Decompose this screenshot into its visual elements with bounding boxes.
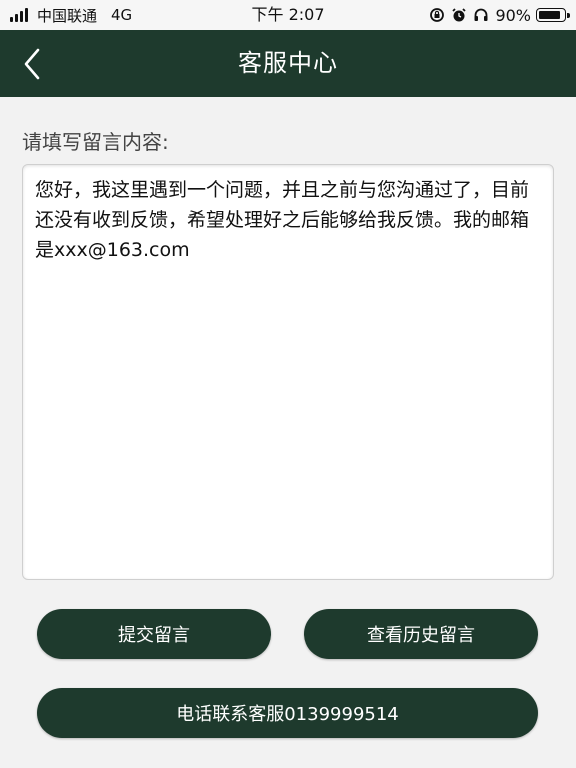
battery-percent: 90%: [495, 5, 531, 25]
status-bar: 中国联通 4G 下午 2:07 90%: [0, 0, 576, 30]
status-right: 90%: [429, 5, 570, 25]
view-history-button[interactable]: 查看历史留言: [304, 609, 538, 659]
chevron-left-icon: [24, 48, 40, 80]
message-prompt-label: 请填写留言内容:: [22, 130, 169, 154]
rotation-lock-icon: [430, 8, 445, 22]
headphones-icon: [474, 8, 488, 21]
screen: 中国联通 4G 下午 2:07 90% 客服中心 请填写留言内容: 您好，我这里…: [0, 0, 576, 768]
page-title: 客服中心: [238, 49, 338, 77]
back-button[interactable]: [12, 42, 52, 86]
submit-message-button[interactable]: 提交留言: [37, 609, 271, 659]
battery-icon: [536, 8, 570, 22]
nav-bar: 客服中心: [0, 30, 576, 97]
call-support-button[interactable]: 电话联系客服0139999514: [37, 688, 538, 738]
message-textarea[interactable]: 您好，我这里遇到一个问题，并且之前与您沟通过了，目前还没有收到反馈，希望处理好之…: [22, 164, 554, 580]
alarm-icon: [452, 8, 467, 22]
battery-fill: [539, 11, 560, 19]
